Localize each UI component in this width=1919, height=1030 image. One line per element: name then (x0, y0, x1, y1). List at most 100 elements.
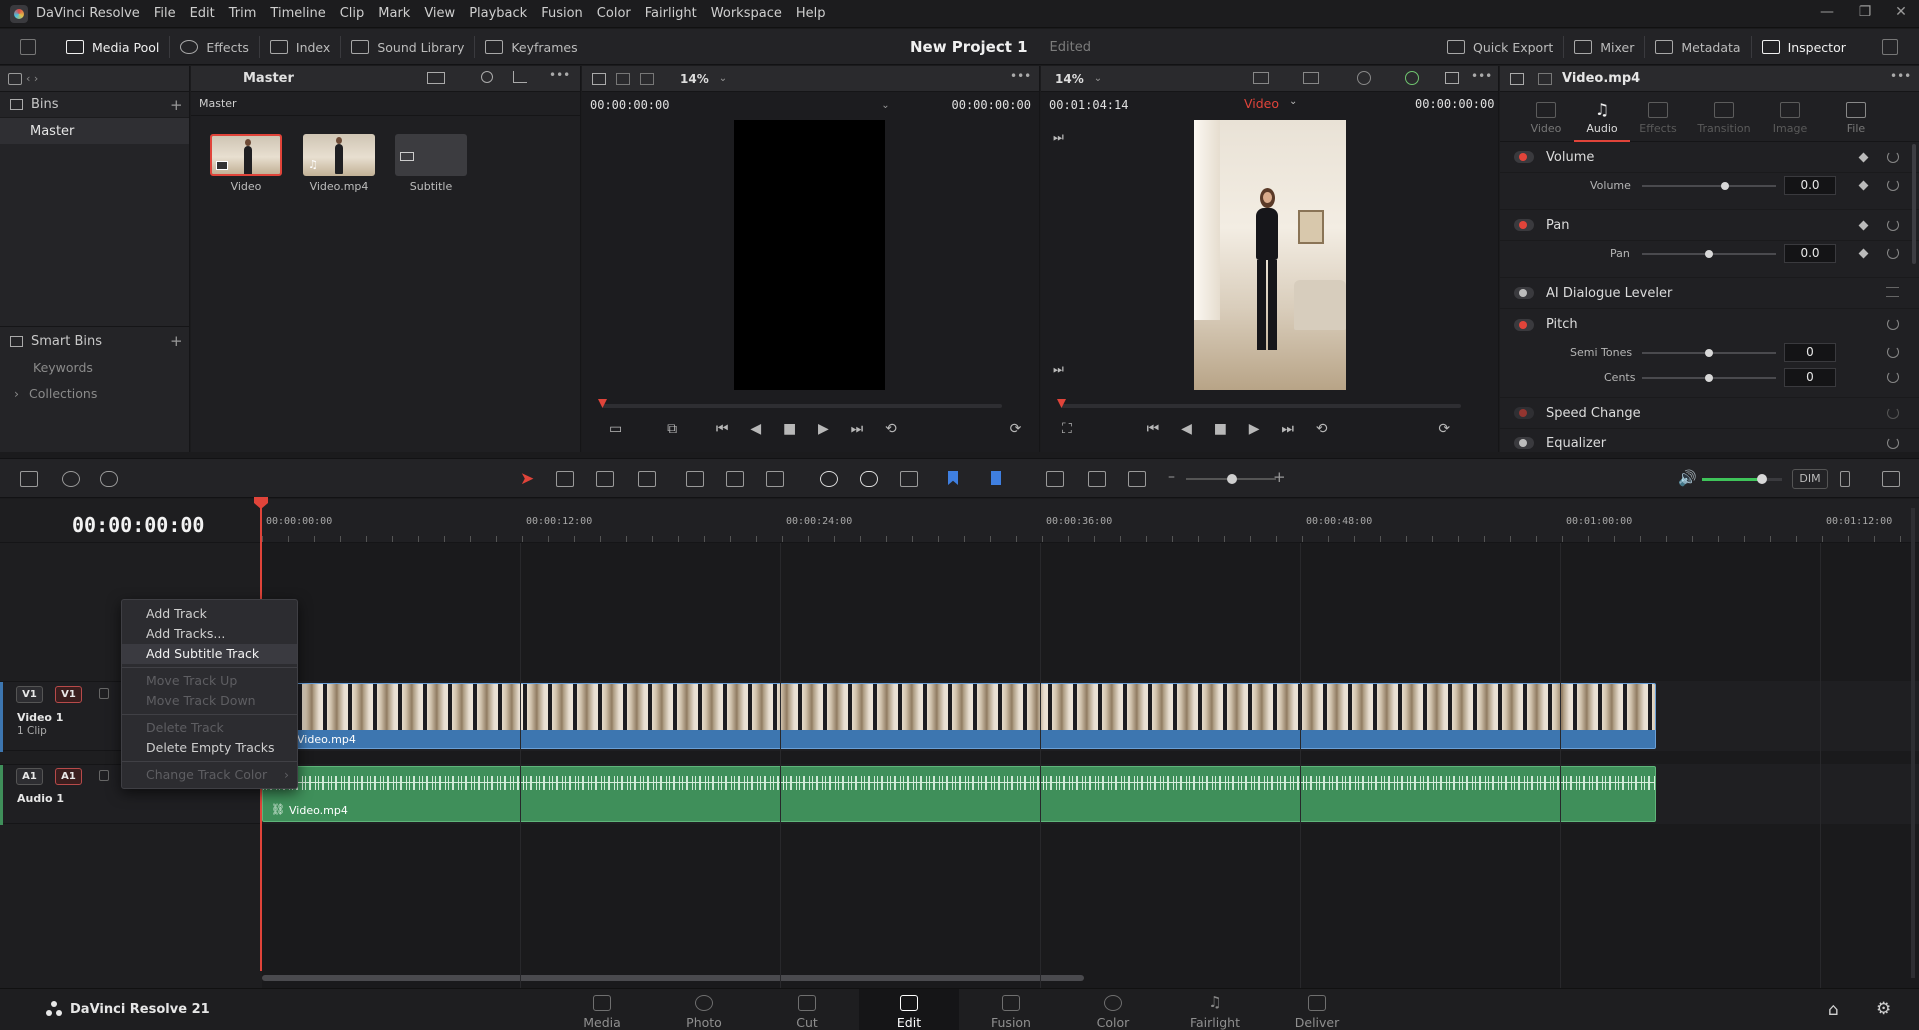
page-fairlight[interactable]: ♫ Fairlight (1165, 989, 1265, 1030)
source-timecode-left[interactable]: 00:00:00:00 (590, 98, 669, 112)
section-equalizer[interactable]: Equalizer (1500, 429, 1919, 457)
timeline-ruler[interactable]: 00:00:00:00 00:00:12:00 00:00:24:00 00:0… (262, 508, 1919, 543)
reset-icon[interactable] (1887, 437, 1899, 449)
volume-slider[interactable] (1642, 182, 1776, 190)
menu-file[interactable]: File (154, 6, 176, 21)
dynamic-trim-icon[interactable] (596, 471, 614, 487)
page-color[interactable]: Color (1063, 989, 1163, 1030)
nav-back-icon[interactable]: ‹ › (26, 72, 38, 85)
page-fusion[interactable]: Fusion (961, 989, 1061, 1030)
viewer-selector[interactable]: Video (1244, 96, 1279, 111)
reset-icon[interactable] (1887, 371, 1899, 383)
reset-icon[interactable] (1887, 219, 1899, 231)
tab-file[interactable]: File (1828, 92, 1884, 135)
menu-workspace[interactable]: Workspace (711, 6, 782, 21)
timeline-zoom[interactable]: 14% (1055, 72, 1084, 86)
quick-export-button[interactable]: Quick Export (1437, 29, 1563, 65)
menu-mark[interactable]: Mark (378, 6, 410, 21)
reset-icon[interactable] (1887, 247, 1899, 259)
timeline-audio-clip[interactable]: ⛓ Video.mp4 (262, 766, 1656, 822)
chevron-down-icon[interactable]: ⌄ (1289, 96, 1297, 107)
menu-fairlight[interactable]: Fairlight (645, 6, 697, 21)
track-a1-source-button[interactable]: A1 (16, 768, 43, 785)
audio-level-knob[interactable] (1757, 474, 1767, 484)
play-icon[interactable]: ▶ (1249, 421, 1260, 437)
smart-bin-collections[interactable]: › Collections (0, 380, 190, 406)
timeline-h-scrollbar[interactable] (262, 975, 1084, 981)
keyframes-button[interactable]: Keyframes (475, 29, 587, 65)
home-icon[interactable]: ⌂ (1828, 1000, 1839, 1020)
step-back-icon[interactable]: ◀ (1181, 421, 1192, 437)
track-v1-source-button[interactable]: V1 (16, 686, 43, 703)
zoom-out-icon[interactable]: – (1168, 469, 1175, 485)
clip-video-mp4[interactable]: ♫ Video.mp4 (303, 134, 375, 193)
expand-icon[interactable] (1882, 39, 1898, 55)
layout-icon[interactable] (8, 72, 22, 85)
source-timecode-right[interactable]: 00:00:00:00 (952, 98, 1031, 112)
section-volume[interactable]: Volume (1500, 142, 1919, 173)
page-edit[interactable]: Edit (859, 989, 959, 1030)
timeline-scrubber[interactable] (1061, 404, 1461, 408)
overlay-icon[interactable] (1303, 72, 1319, 84)
reset-icon[interactable] (1887, 151, 1899, 163)
settings-icon[interactable] (1886, 287, 1899, 297)
clip-subtitle[interactable]: Subtitle (395, 134, 467, 193)
transform-icon[interactable] (1357, 71, 1371, 85)
minimize-icon[interactable]: — (1812, 4, 1842, 24)
reset-icon[interactable] (1887, 407, 1899, 419)
more-icon[interactable]: ••• (1010, 69, 1031, 83)
next-edit-icon[interactable]: ⏭ (1053, 362, 1064, 377)
match-frame-icon[interactable]: ⟳ (1438, 421, 1450, 437)
lock-icon[interactable] (99, 770, 109, 781)
reset-icon[interactable] (1887, 318, 1899, 330)
page-cut[interactable]: Cut (757, 989, 857, 1030)
cents-slider[interactable] (1642, 374, 1776, 382)
timeline-track-area[interactable]: Video.mp4 ⛓ Video.mp4 (254, 497, 1919, 988)
timeline-timecode[interactable]: 00:00:00:00 (72, 513, 204, 537)
trim-tool-icon[interactable] (556, 471, 574, 487)
grid-view-icon[interactable] (427, 72, 445, 84)
more-icon[interactable]: ••• (1890, 69, 1911, 83)
menu-edit[interactable]: Edit (190, 6, 215, 21)
close-icon[interactable]: ✕ (1886, 4, 1916, 24)
pan-toggle[interactable] (1514, 219, 1534, 231)
timeline-view-options-icon[interactable] (20, 471, 38, 487)
color-picker-icon[interactable] (1405, 71, 1419, 85)
clip-options-icon[interactable]: ⧉ (667, 421, 677, 437)
timeline-v-scrollbar[interactable] (1911, 508, 1915, 978)
snapping-icon[interactable] (820, 471, 838, 487)
crop-icon[interactable]: ⛶ (1062, 421, 1072, 437)
keyframe-icon[interactable] (1858, 152, 1869, 163)
menu-timeline[interactable]: Timeline (270, 6, 325, 21)
next-edit-icon[interactable]: ⏭ (1053, 130, 1064, 145)
zoom-in-icon[interactable]: + (1273, 468, 1286, 486)
mixer-panel-icon[interactable] (1882, 471, 1900, 487)
keyframe-icon[interactable] (1858, 220, 1869, 231)
gear-icon[interactable]: ⚙ (1876, 999, 1891, 1019)
blade-tool-icon[interactable] (638, 471, 656, 487)
panel-toggle-icon[interactable] (20, 39, 36, 55)
add-bin-icon[interactable]: + (170, 96, 183, 114)
track-a1-dest-button[interactable]: A1 (55, 768, 82, 785)
reset-icon[interactable] (1887, 179, 1899, 191)
zoom-full-icon[interactable] (1046, 471, 1064, 487)
mixer-button[interactable]: Mixer (1564, 29, 1644, 65)
track-v1-dest-button[interactable]: V1 (55, 686, 82, 703)
meter-icon[interactable] (1840, 471, 1850, 487)
semi-tones-slider[interactable] (1642, 349, 1776, 357)
cents-value[interactable]: 0 (1784, 368, 1836, 387)
menu-playback[interactable]: Playback (469, 6, 527, 21)
viewer-mode-icon[interactable] (616, 72, 630, 85)
chevron-down-icon[interactable]: ⌄ (719, 73, 727, 84)
chevron-down-icon[interactable]: ⌄ (1094, 73, 1102, 84)
page-photo[interactable]: Photo (654, 989, 754, 1030)
fullscreen-icon[interactable] (1445, 72, 1459, 84)
zoom-detail-icon[interactable] (1088, 471, 1106, 487)
menu-trim[interactable]: Trim (229, 6, 257, 21)
inspector-split-icon[interactable] (1538, 72, 1552, 85)
search-icon[interactable] (481, 71, 493, 83)
sort-icon[interactable] (513, 71, 527, 83)
tab-image[interactable]: Image (1762, 92, 1818, 135)
bin-master[interactable]: Master (0, 118, 189, 144)
tab-effects[interactable]: Effects (1630, 92, 1686, 135)
